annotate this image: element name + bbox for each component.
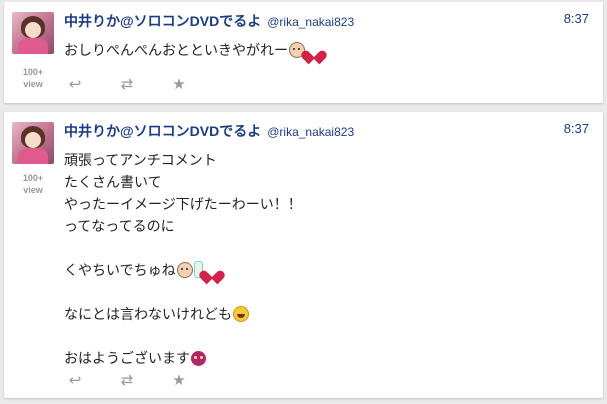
laughing-face-icon [233, 306, 249, 322]
user-name[interactable]: 中井りか@ソロコンDVDでるよ [64, 13, 261, 29]
avatar[interactable] [12, 12, 54, 54]
tweet-header: 中井りか@ソロコンDVDでるよ @rika_nakai823 8:37 [64, 11, 589, 31]
tweet-line: ってなってるのに [64, 219, 175, 235]
tweet-line: くやちいでちゅね [64, 263, 176, 279]
tweet-line: なにとは言わないけれども [64, 307, 232, 323]
view-count-number: 100+ [22, 67, 44, 77]
view-count-number: 100+ [22, 173, 44, 183]
tweet-line: おしりぺんぺんおとといきやがれー [64, 43, 288, 59]
user-handle[interactable]: @rika_nakai823 [267, 125, 354, 139]
baby-face-icon [176, 262, 193, 278]
star-icon[interactable]: ★ [170, 371, 188, 389]
tweet-header: 中井りか@ソロコンDVDでるよ @rika_nakai823 8:37 [64, 121, 589, 141]
view-count-label: view [23, 185, 43, 195]
tweet-line: 頑張ってアンチコメント [64, 153, 217, 169]
view-count-label: view [23, 79, 43, 89]
devil-face-icon [191, 351, 206, 366]
view-count: 100+ view [12, 66, 54, 90]
star-icon[interactable]: ★ [170, 75, 188, 93]
heart-icon [306, 44, 322, 58]
tweet-text: 頑張ってアンチコメント たくさん書いて やったーイメージ下げたーわーい！！ って… [64, 150, 589, 370]
heart-icon [204, 264, 220, 278]
tweet-text: おしりぺんぺんおとといきやがれー [64, 40, 589, 62]
user-name[interactable]: 中井りか@ソロコンDVDでるよ [64, 123, 261, 139]
tweet-time[interactable]: 8:37 [564, 11, 589, 26]
tweet-card[interactable]: 100+ view 中井りか@ソロコンDVDでるよ @rika_nakai823 … [4, 2, 603, 103]
tweet-line: おはようございます [64, 351, 190, 367]
retweet-icon[interactable]: ⇄ [118, 371, 136, 389]
reply-icon[interactable]: ↩ [66, 75, 84, 93]
tweet-line: たくさん書いて [64, 175, 162, 191]
tweet-card[interactable]: 100+ view 中井りか@ソロコンDVDでるよ @rika_nakai823 … [4, 112, 603, 398]
retweet-icon[interactable]: ⇄ [118, 75, 136, 93]
tweet-line: やったーイメージ下げたーわーい！！ [64, 197, 302, 213]
avatar[interactable] [12, 122, 54, 164]
view-count: 100+ view [12, 172, 54, 196]
reply-icon[interactable]: ↩ [66, 371, 84, 389]
user-handle[interactable]: @rika_nakai823 [267, 15, 354, 29]
tweet-time[interactable]: 8:37 [564, 121, 589, 136]
